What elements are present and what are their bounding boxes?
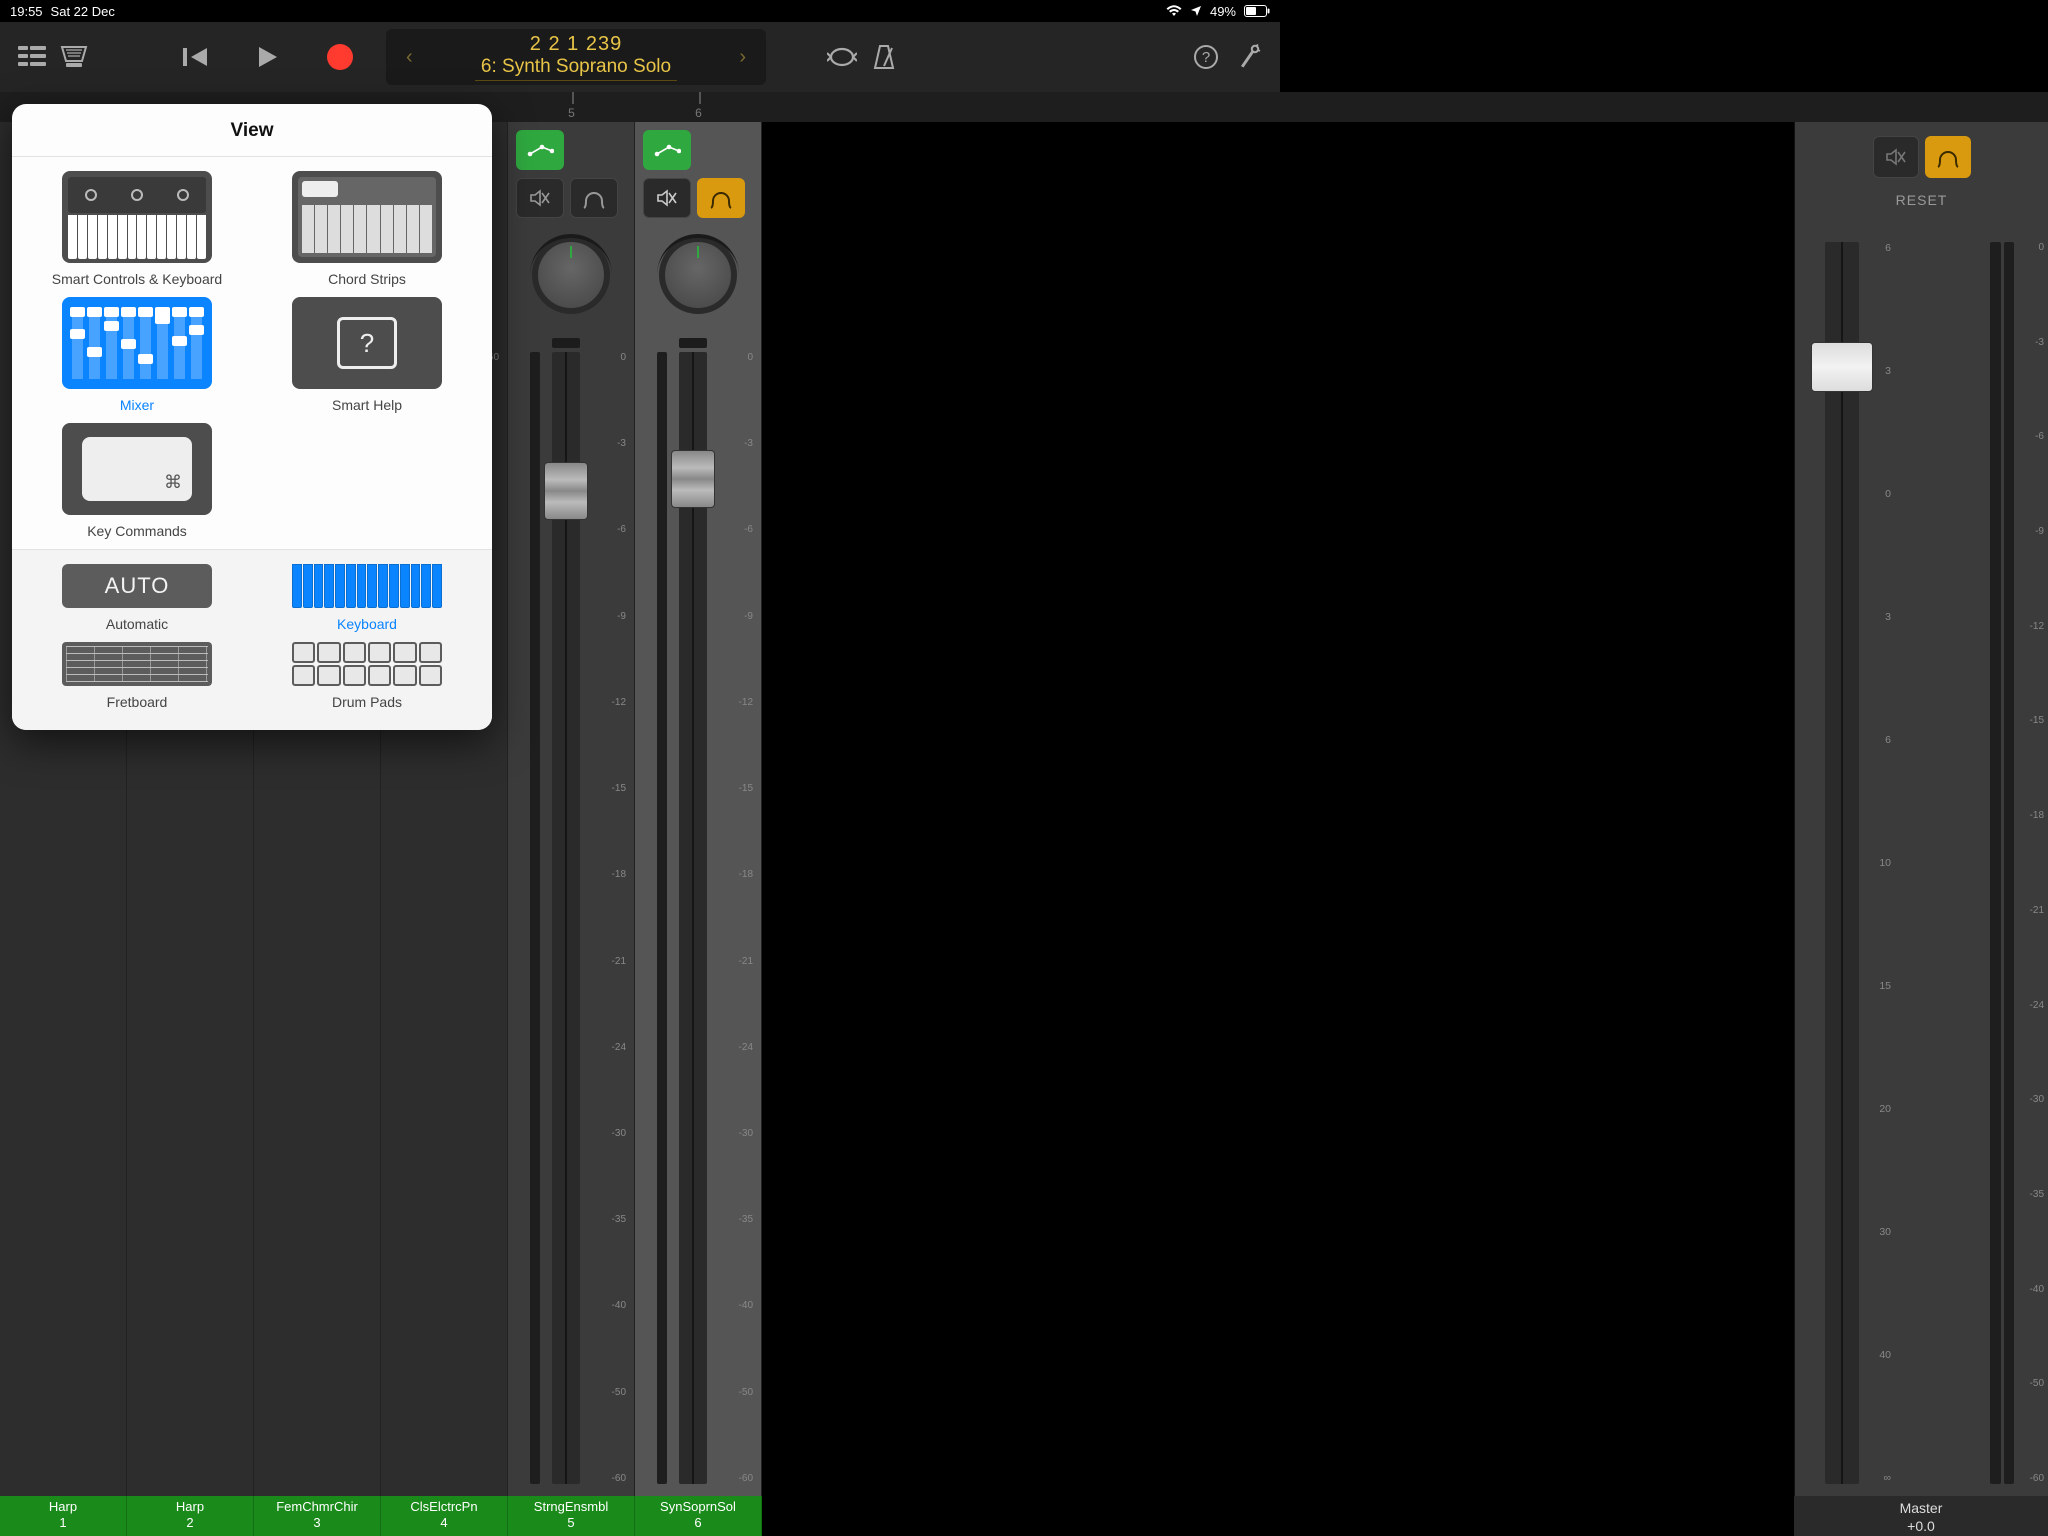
svg-text:?: ? xyxy=(1202,49,1210,66)
input-automatic[interactable]: AUTO Automatic xyxy=(32,564,242,632)
view-key-commands[interactable]: Key Commands xyxy=(32,423,242,539)
master-fader-track[interactable] xyxy=(1825,242,1859,1484)
level-meter xyxy=(530,352,540,1484)
input-fretboard[interactable]: Fretboard xyxy=(32,642,242,710)
status-time: 19:55 xyxy=(10,4,43,19)
rewind-button[interactable] xyxy=(180,41,212,73)
db-scale: 0-3-6-9-12-15-18-21-24-30-35-40-50-60 xyxy=(727,352,753,1484)
record-button[interactable] xyxy=(324,41,356,73)
view-menu-button[interactable] xyxy=(16,41,48,73)
master-scale-right: 0-3-6-9-12-15-18-21-24-30-35-40-50-60 xyxy=(2018,242,2044,1484)
fader-track[interactable] xyxy=(679,352,707,1484)
ruler-marker: 5 xyxy=(568,106,575,120)
channel-label[interactable]: ClsElctrcPn4 xyxy=(381,1496,508,1536)
master-strip[interactable]: RESET 630361015203040∞ 0-3-6-9-12-15-18-… xyxy=(1794,122,2048,1496)
battery-icon xyxy=(1244,5,1270,17)
toolbar: ‹ 2 2 1 239 6: Synth Soprano Solo › ? xyxy=(0,22,1280,92)
master-mute-button[interactable] xyxy=(1873,136,1919,178)
popover-title: View xyxy=(12,104,492,156)
fader-handle[interactable] xyxy=(544,462,588,520)
playhead-position[interactable]: 2 2 1 239 xyxy=(417,33,736,56)
prev-track-arrow[interactable]: ‹ xyxy=(402,46,417,69)
channel-label[interactable]: FemChmrChir3 xyxy=(254,1496,381,1536)
automation-button[interactable] xyxy=(516,130,564,170)
status-bar: 19:55 Sat 22 Dec 49% xyxy=(0,0,1280,22)
channel-labels-row: Harp1 Harp2 FemChmrChir3 ClsElctrcPn4 St… xyxy=(0,1496,2048,1536)
peak-indicator xyxy=(552,338,580,348)
location-icon xyxy=(1190,5,1202,17)
view-chord-strips[interactable]: Chord Strips xyxy=(262,171,472,287)
fader-handle[interactable] xyxy=(671,450,715,508)
play-button[interactable] xyxy=(252,41,284,73)
pan-knob[interactable] xyxy=(659,236,737,314)
battery-percent: 49% xyxy=(1210,4,1236,19)
ruler-marker: 6 xyxy=(695,106,702,120)
settings-button[interactable] xyxy=(1232,41,1264,73)
channel-label[interactable]: SynSoprnSol6 xyxy=(635,1496,762,1536)
view-popover: View Smart Controls & Keyboard Chord Str… xyxy=(12,104,492,730)
cycle-button[interactable] xyxy=(826,41,858,73)
automation-button[interactable] xyxy=(643,130,691,170)
view-smart-help[interactable]: Smart Help xyxy=(262,297,472,413)
wifi-icon xyxy=(1166,5,1182,17)
metronome-button[interactable] xyxy=(868,41,900,73)
input-keyboard[interactable]: Keyboard xyxy=(262,564,472,632)
solo-button[interactable] xyxy=(570,178,618,218)
reset-button[interactable]: RESET xyxy=(1795,192,2048,208)
db-scale: 0-3-6-9-12-15-18-21-24-30-35-40-50-60 xyxy=(600,352,626,1484)
master-solo-button[interactable] xyxy=(1925,136,1971,178)
solo-button-active[interactable] xyxy=(697,178,745,218)
track-name-display[interactable]: 6: Synth Soprano Solo xyxy=(475,56,677,81)
view-mixer[interactable]: Mixer xyxy=(32,297,242,413)
channel-label[interactable]: Harp1 xyxy=(0,1496,127,1536)
channel-label[interactable]: StrngEnsmbl5 xyxy=(508,1496,635,1536)
next-track-arrow[interactable]: › xyxy=(735,46,750,69)
view-smart-controls[interactable]: Smart Controls & Keyboard xyxy=(32,171,242,287)
master-meters xyxy=(1990,242,2014,1484)
master-label[interactable]: Master+0.0 xyxy=(1794,1496,2048,1536)
channel-strip-5[interactable]: 0-3-6-9-12-15-18-21-24-30-35-40-50-60 xyxy=(508,122,635,1496)
master-fader-handle[interactable] xyxy=(1811,342,1873,392)
help-button[interactable]: ? xyxy=(1190,41,1222,73)
input-drum-pads[interactable]: Drum Pads xyxy=(262,642,472,710)
mute-button[interactable] xyxy=(516,178,564,218)
browser-button[interactable] xyxy=(58,41,90,73)
channel-label[interactable]: Harp2 xyxy=(127,1496,254,1536)
peak-indicator xyxy=(679,338,707,348)
lcd-display: ‹ 2 2 1 239 6: Synth Soprano Solo › xyxy=(386,29,766,85)
mute-button[interactable] xyxy=(643,178,691,218)
level-meter xyxy=(657,352,667,1484)
fader-track[interactable] xyxy=(552,352,580,1484)
channel-strip-6[interactable]: 0-3-6-9-12-15-18-21-24-30-35-40-50-60 xyxy=(635,122,762,1496)
empty-label-area xyxy=(762,1496,1794,1536)
pan-knob[interactable] xyxy=(532,236,610,314)
status-date: Sat 22 Dec xyxy=(51,4,115,19)
master-scale-left: 630361015203040∞ xyxy=(1865,242,1891,1484)
